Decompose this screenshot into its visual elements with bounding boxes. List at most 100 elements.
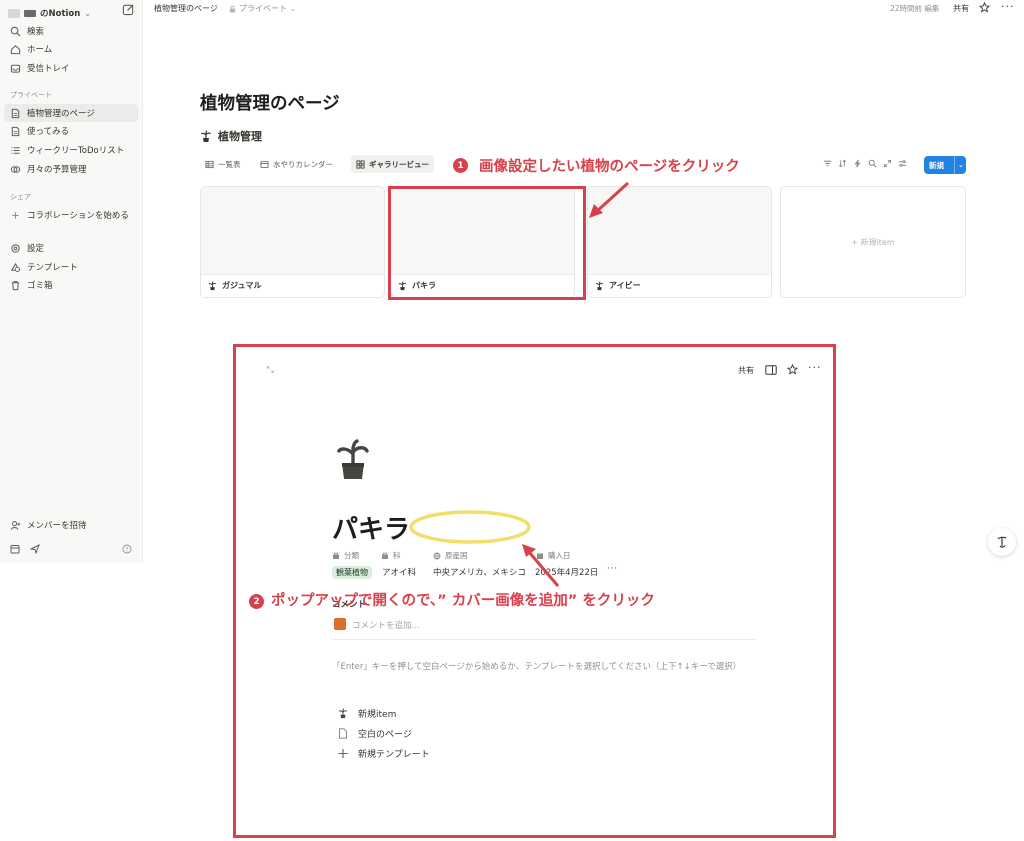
share-button[interactable]: 共有 (953, 3, 969, 14)
send-icon[interactable] (30, 544, 40, 554)
card-cover (201, 187, 384, 275)
new-item-button[interactable]: 新規 ⌄ (924, 156, 966, 174)
tab-table[interactable]: 一覧表 (200, 155, 246, 173)
compose-icon[interactable] (122, 3, 135, 16)
step-1-instruction: 画像設定したい植物のページをクリック (479, 159, 740, 175)
sidebar-item-settings[interactable]: 設定 (4, 239, 138, 257)
topbar: 植物管理のページ プライベート ⌄ 22時間前 編集 共有 ··· (143, 0, 1024, 18)
sidebar-item-label: メンバーを招待 (27, 521, 87, 531)
star-icon[interactable] (979, 2, 990, 13)
sidebar-item-label: 月々の予算管理 (27, 165, 87, 175)
database-toolbar (823, 159, 907, 168)
ai-assistant-button[interactable] (988, 528, 1016, 556)
sidebar-item-inbox[interactable]: 受信トレイ (4, 59, 138, 77)
inbox-icon (10, 64, 21, 73)
sidebar-item-templates[interactable]: テンプレート (4, 258, 138, 276)
page-icon (11, 108, 20, 118)
workspace-name: のNotion (40, 9, 81, 19)
sidebar-item-label: 受信トレイ (27, 64, 70, 74)
arrow-annotation-icon (522, 544, 560, 587)
sidebar-item-label: 設定 (27, 244, 45, 254)
new-button-label: 新規 (929, 160, 944, 170)
step-2-instruction: ポップアップで開くので、” カバー画像を追加” をクリック (271, 593, 655, 609)
new-item-card[interactable]: + 新規item (780, 186, 966, 298)
filter-icon[interactable] (823, 159, 832, 168)
gear-icon (11, 243, 20, 253)
sidebar-item-label: コラボレーションを始める (27, 211, 129, 221)
chevron-down-icon: ⌄ (290, 4, 296, 13)
sidebar-item-search[interactable]: 検索 (4, 22, 138, 40)
coins-icon (10, 165, 21, 173)
database-title[interactable]: 植物管理 (200, 128, 262, 144)
tab-label: 水やりカレンダー (273, 159, 333, 169)
sidebar-item-label: テンプレート (27, 263, 78, 273)
plant-icon (200, 129, 212, 142)
tab-watering-calendar[interactable]: 水やりカレンダー (255, 155, 338, 173)
home-icon (10, 44, 21, 54)
lock-icon (229, 5, 236, 12)
sidebar: のNotion ⌄ 検索 ホーム 受信トレイ プライベート 植物管理のページ 使… (0, 0, 143, 563)
step-1-badge: 1 (453, 158, 468, 173)
plant-icon (595, 280, 604, 290)
tab-gallery[interactable]: ギャラリービュー (351, 155, 434, 173)
list-icon (11, 146, 20, 154)
expand-icon[interactable] (883, 159, 892, 168)
sidebar-item-getting-started[interactable]: 使ってみる (4, 122, 138, 140)
sidebar-invite-members[interactable]: メンバーを招待 (4, 516, 138, 534)
private-section-heading: プライベート (10, 91, 52, 99)
sidebar-item-label: 検索 (27, 27, 45, 37)
arrow-annotation-icon (589, 181, 630, 218)
sidebar-item-weekly-todo[interactable]: ウィークリーToDoリスト (4, 141, 138, 159)
page-title: 植物管理のページ (200, 94, 340, 114)
workspace-logo (8, 8, 20, 18)
privacy-label: プライベート (239, 4, 287, 13)
table-icon (205, 160, 214, 168)
plant-icon (208, 280, 217, 290)
sidebar-item-label: ウィークリーToDoリスト (27, 146, 125, 156)
svg-text:?: ? (125, 546, 128, 553)
step-2-badge: 2 (249, 594, 264, 609)
database-title-text: 植物管理 (218, 130, 262, 143)
tab-label: 一覧表 (218, 159, 241, 169)
automation-icon[interactable] (853, 159, 862, 168)
card-title-text: アイビー (609, 281, 641, 290)
breadcrumb[interactable]: 植物管理のページ (154, 3, 218, 14)
sidebar-item-budget[interactable]: 月々の予算管理 (4, 160, 138, 178)
sort-icon[interactable] (838, 159, 847, 168)
privacy-indicator[interactable]: プライベート ⌄ (229, 3, 296, 14)
gallery-icon (356, 159, 365, 169)
chevron-down-icon: ⌄ (84, 8, 92, 18)
sidebar-item-label: ゴミ箱 (27, 281, 53, 291)
ai-face-icon (997, 536, 1007, 548)
card-title-text: ガジュマル (222, 281, 262, 290)
trash-icon (11, 280, 20, 290)
plus-icon (12, 211, 19, 219)
sidebar-item-start-collaboration[interactable]: コラボレーションを始める (4, 206, 138, 224)
last-edited: 22時間前 編集 (890, 4, 940, 13)
help-icon[interactable]: ? (122, 544, 132, 554)
gallery-card-gajumaru[interactable]: ガジュマル (200, 186, 385, 298)
calendar-icon (260, 160, 269, 168)
sidebar-item-plant-page[interactable]: 植物管理のページ (4, 104, 138, 122)
sidebar-item-label: 使ってみる (27, 127, 70, 137)
chevron-down-icon[interactable]: ⌄ (955, 161, 964, 169)
workspace-switcher[interactable]: のNotion ⌄ (8, 4, 91, 22)
shared-section-heading: シェア (10, 193, 31, 201)
settings-sliders-icon[interactable] (898, 159, 907, 168)
search-icon[interactable] (868, 159, 877, 168)
card-title: アイビー (595, 280, 641, 291)
highlight-box-card (388, 186, 586, 300)
sidebar-item-trash[interactable]: ゴミ箱 (4, 276, 138, 294)
add-user-icon (10, 520, 21, 530)
sidebar-item-label: ホーム (27, 45, 53, 55)
sidebar-item-home[interactable]: ホーム (4, 40, 138, 58)
more-options-icon[interactable]: ··· (1001, 0, 1015, 13)
search-icon (10, 26, 21, 36)
template-icon (10, 262, 21, 272)
card-title: ガジュマル (208, 280, 261, 291)
sidebar-item-label: 植物管理のページ (27, 109, 95, 119)
tab-label: ギャラリービュー (369, 159, 429, 169)
page-icon (11, 126, 20, 136)
workspace-logo-mark (24, 9, 36, 17)
calendar-icon[interactable] (10, 544, 20, 554)
